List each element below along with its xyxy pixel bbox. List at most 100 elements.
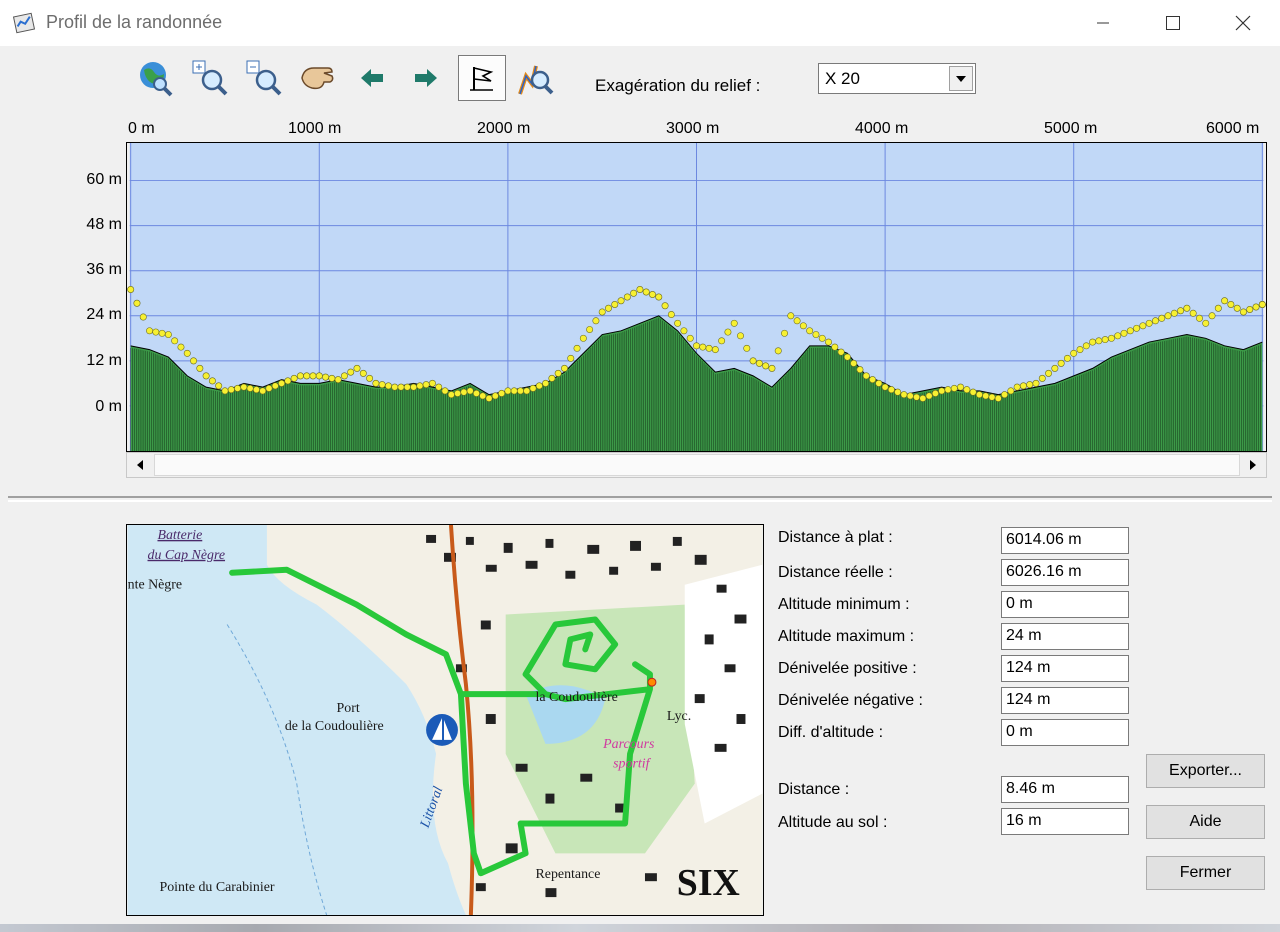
track-point xyxy=(743,344,751,352)
track-point xyxy=(674,319,682,327)
track-point xyxy=(925,392,933,400)
export-button[interactable]: Exporter... xyxy=(1146,754,1265,788)
pan-hand-icon xyxy=(301,67,334,90)
close-window-button[interactable] xyxy=(1208,0,1278,46)
y-tick-label: 48 m xyxy=(86,216,122,233)
previous-button[interactable] xyxy=(350,56,394,100)
scroll-right-button[interactable] xyxy=(1240,453,1266,477)
track-point xyxy=(265,384,273,392)
track-point xyxy=(472,389,480,397)
x-tick-label: 0 m xyxy=(128,120,155,137)
caret-right-icon xyxy=(1250,460,1256,470)
ground-altitude-value: 16 m xyxy=(1001,808,1129,835)
scroll-left-button[interactable] xyxy=(127,453,153,477)
track-point xyxy=(573,344,581,352)
map-label: Port xyxy=(337,701,360,716)
track-point xyxy=(598,308,606,316)
profile-scrollbar[interactable] xyxy=(126,452,1267,478)
track-point xyxy=(869,376,877,384)
track-point xyxy=(1101,336,1109,344)
max-altitude-value: 24 m xyxy=(1001,623,1129,650)
next-button[interactable] xyxy=(404,56,448,100)
globe-zoom-button[interactable] xyxy=(134,56,178,100)
elevation-gain-label: Dénivelée positive : xyxy=(778,660,917,677)
x-tick-label: 2000 m xyxy=(477,120,531,137)
track-point xyxy=(315,372,323,380)
track-point xyxy=(1019,382,1027,390)
track-point xyxy=(1045,369,1053,377)
track-point xyxy=(560,364,568,372)
track-point xyxy=(1057,359,1065,367)
track-point xyxy=(793,317,801,325)
elevation-loss-value: 124 m xyxy=(1001,687,1129,714)
altitude-diff-value: 0 m xyxy=(1001,719,1129,746)
minimize-button[interactable] xyxy=(1068,0,1138,46)
track-point xyxy=(177,343,185,351)
caret-left-icon xyxy=(137,460,143,470)
dropdown-button[interactable] xyxy=(949,66,973,91)
track-point xyxy=(1026,381,1034,389)
track-point xyxy=(296,372,304,380)
track-point xyxy=(164,331,172,339)
track-point xyxy=(441,387,449,395)
track-point xyxy=(982,392,990,400)
track-point xyxy=(1051,364,1059,372)
track-point xyxy=(428,379,436,387)
close-button[interactable]: Fermer xyxy=(1146,856,1265,890)
panel-splitter[interactable] xyxy=(8,496,1272,502)
track-point xyxy=(667,311,675,319)
track-point xyxy=(649,291,656,298)
track-point xyxy=(146,327,154,335)
globe-zoom-icon xyxy=(140,62,173,97)
track-point xyxy=(988,393,996,401)
track-point xyxy=(655,293,663,301)
track-point xyxy=(686,334,694,342)
track-point xyxy=(900,391,908,399)
track-point xyxy=(1038,374,1046,382)
arrow-right-icon xyxy=(415,69,437,87)
min-altitude-label: Altitude minimum : xyxy=(778,596,910,613)
topographic-map[interactable]: Batterie du Cap Nègre nte Nègre Port de la C… xyxy=(126,524,764,916)
track-point xyxy=(762,362,770,370)
track-point xyxy=(1214,304,1222,312)
track-point xyxy=(309,372,317,380)
track-point xyxy=(680,327,688,335)
track-point xyxy=(1170,309,1178,317)
track-point xyxy=(969,388,977,396)
map-label: Pointe du Carabinier xyxy=(159,880,274,895)
zoom-out-button[interactable] xyxy=(242,56,286,100)
map-label: Batterie xyxy=(157,528,202,543)
zoom-in-button[interactable] xyxy=(188,56,232,100)
relief-exaggeration-select[interactable]: X 20 xyxy=(818,63,976,94)
pan-button[interactable] xyxy=(296,56,340,100)
real-distance-value: 6026.16 m xyxy=(1001,559,1129,586)
map-label: sportif xyxy=(613,757,651,772)
track-point xyxy=(322,373,330,381)
help-button[interactable]: Aide xyxy=(1146,805,1265,839)
track-point xyxy=(825,338,833,346)
elevation-profile-chart[interactable] xyxy=(126,142,1267,452)
track-point xyxy=(1195,314,1203,322)
profile-zoom-button[interactable] xyxy=(514,56,558,100)
track-point xyxy=(271,382,279,390)
track-point xyxy=(1252,303,1260,311)
track-point xyxy=(774,347,782,355)
map-label: SIX xyxy=(677,862,740,904)
track-point xyxy=(592,317,600,325)
flag-button[interactable] xyxy=(458,55,506,101)
maximize-button[interactable] xyxy=(1138,0,1208,46)
track-point xyxy=(818,334,826,342)
track-point xyxy=(799,322,807,330)
track-point xyxy=(221,387,229,395)
track-point xyxy=(340,372,348,380)
track-point xyxy=(1158,314,1166,322)
track-point xyxy=(384,382,392,390)
track-point xyxy=(1227,301,1235,308)
track-point xyxy=(661,302,669,310)
window-bottom-edge xyxy=(0,924,1280,932)
track-point xyxy=(454,389,462,397)
scroll-thumb[interactable] xyxy=(154,454,1240,476)
track-point xyxy=(749,357,757,365)
map-label: de la Coudoulière xyxy=(285,719,384,734)
track-point xyxy=(887,386,895,394)
